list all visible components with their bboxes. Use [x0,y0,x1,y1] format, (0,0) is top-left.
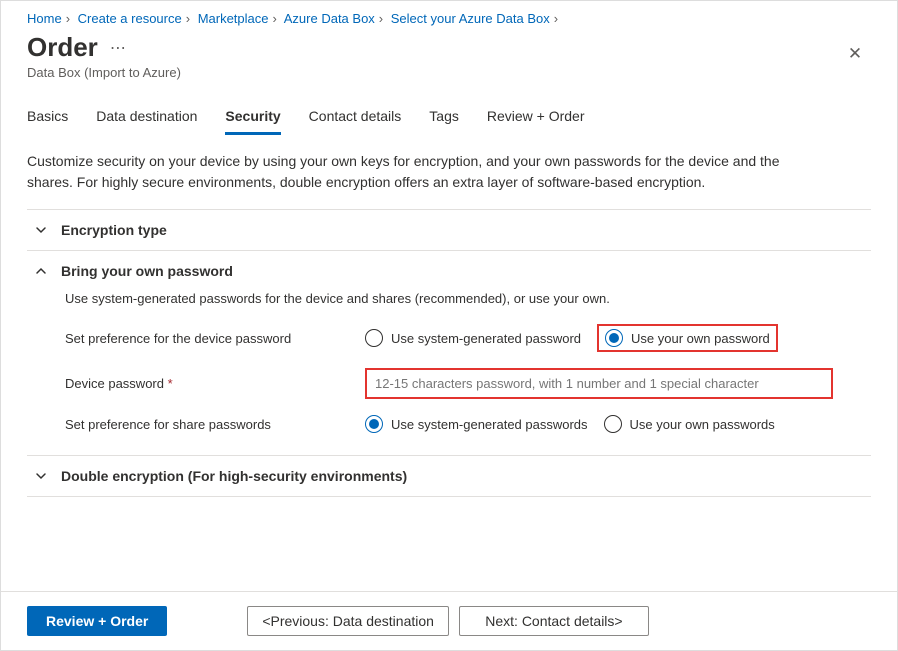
page-header: Order ⋯ Data Box (Import to Azure) ✕ [1,30,897,80]
section-toggle-encryption[interactable]: Encryption type [27,210,871,250]
section-encryption-type: Encryption type [27,209,871,251]
radio-icon [604,415,622,433]
section-title: Bring your own password [61,263,233,279]
radio-label: Use your own password [631,331,770,346]
more-options-icon[interactable]: ⋯ [110,38,126,58]
tab-description: Customize security on your device by usi… [1,135,841,193]
device-password-label: Device password * [65,376,365,391]
radio-icon [365,415,383,433]
close-button[interactable]: ✕ [839,38,871,70]
section-double-encryption: Double encryption (For high-security env… [27,456,871,497]
chevron-right-icon: › [62,11,74,26]
tab-review-order[interactable]: Review + Order [487,108,585,135]
radio-icon [605,329,623,347]
wizard-footer: Review + Order <Previous: Data destinati… [1,591,897,650]
required-asterisk: * [168,376,173,391]
chevron-down-icon [35,470,47,482]
breadcrumb-item[interactable]: Create a resource [78,11,182,26]
close-icon: ✕ [848,44,862,64]
tab-security[interactable]: Security [225,108,280,135]
chevron-right-icon: › [182,11,194,26]
device-password-pref-label: Set preference for the device password [65,331,365,346]
tab-strip: Basics Data destination Security Contact… [1,80,897,135]
breadcrumb: Home› Create a resource› Marketplace› Az… [1,1,897,30]
radio-label: Use system-generated password [391,331,581,346]
highlight-box: Use your own password [597,324,778,352]
page-subtitle: Data Box (Import to Azure) [27,65,839,80]
radio-device-own-password[interactable]: Use your own password [605,329,770,347]
chevron-right-icon: › [375,11,387,26]
radio-label: Use system-generated passwords [391,417,588,432]
next-button[interactable]: Next: Contact details> [459,606,649,636]
section-byop: Bring your own password Use system-gener… [27,251,871,456]
page-title: Order [27,32,98,63]
share-password-pref-label: Set preference for share passwords [65,417,365,432]
tab-basics[interactable]: Basics [27,108,68,135]
chevron-right-icon: › [550,11,562,26]
breadcrumb-item[interactable]: Azure Data Box [284,11,375,26]
section-toggle-double-encryption[interactable]: Double encryption (For high-security env… [27,456,871,496]
radio-label: Use your own passwords [630,417,775,432]
breadcrumb-item[interactable]: Select your Azure Data Box [391,11,550,26]
section-title: Encryption type [61,222,167,238]
tab-contact-details[interactable]: Contact details [309,108,402,135]
chevron-down-icon [35,224,47,236]
radio-share-own-passwords[interactable]: Use your own passwords [604,415,775,433]
section-toggle-byop[interactable]: Bring your own password [27,251,871,291]
breadcrumb-item[interactable]: Home [27,11,62,26]
review-order-button[interactable]: Review + Order [27,606,167,636]
tab-tags[interactable]: Tags [429,108,459,135]
chevron-right-icon: › [269,11,281,26]
section-title: Double encryption (For high-security env… [61,468,407,484]
radio-share-system-generated[interactable]: Use system-generated passwords [365,415,588,433]
chevron-up-icon [35,265,47,277]
breadcrumb-item[interactable]: Marketplace [198,11,269,26]
section-description: Use system-generated passwords for the d… [65,291,863,306]
previous-button[interactable]: <Previous: Data destination [247,606,449,636]
device-password-input[interactable] [365,368,833,399]
tab-data-destination[interactable]: Data destination [96,108,197,135]
radio-icon [365,329,383,347]
radio-device-system-generated[interactable]: Use system-generated password [365,329,581,347]
